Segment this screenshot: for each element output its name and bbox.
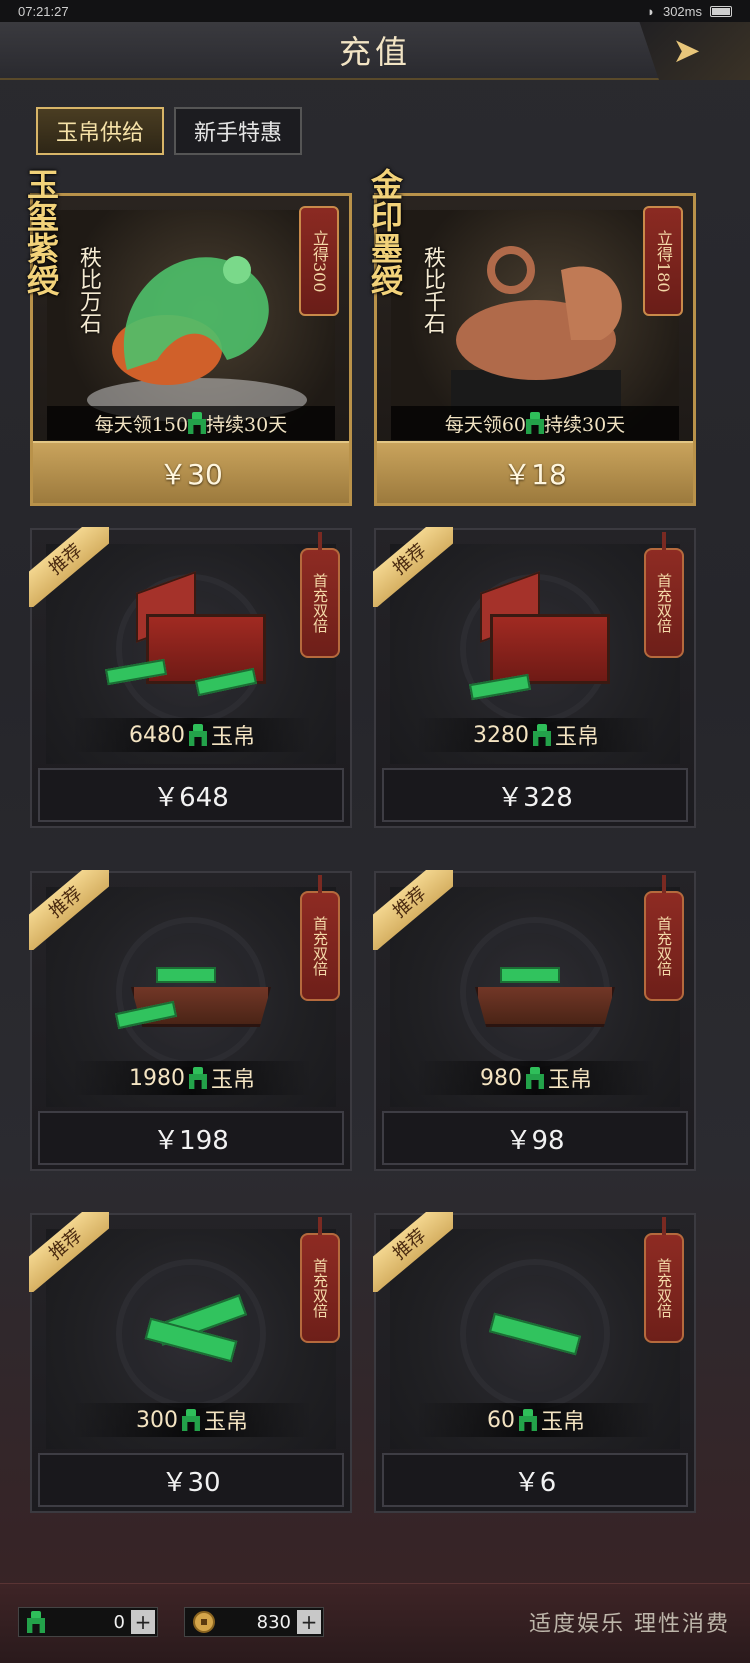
arrow-right-icon: ➤	[672, 31, 701, 71]
coin-icon	[193, 1611, 215, 1633]
recommend-ribbon: 推荐	[373, 527, 453, 607]
buy-button[interactable]: ￥30	[38, 1453, 344, 1507]
jade-icon	[189, 724, 207, 746]
title-bar: 充值 ➤	[0, 22, 750, 80]
pack-card-98[interactable]: 推荐 首充双倍 980 玉帛 ￥98	[373, 870, 696, 1171]
jade-icon	[182, 1409, 200, 1431]
buy-button[interactable]: ￥6	[382, 1453, 688, 1507]
pack-card-648[interactable]: 推荐 首充双倍 6480 玉帛 ￥648	[29, 527, 352, 828]
first-charge-double-badge: 首充双倍	[644, 1217, 684, 1343]
buy-button[interactable]: ￥648	[38, 768, 344, 822]
tab-newbie-offer[interactable]: 新手特惠	[174, 107, 303, 155]
tab-bar: 玉帛供给 新手特惠	[36, 107, 303, 155]
wifi-icon: ◗	[647, 3, 655, 19]
pack-card-30[interactable]: 推荐 首充双倍 300 玉帛 ￥30	[29, 1212, 352, 1513]
jade-icon	[533, 724, 551, 746]
slogan: 适度娱乐 理性消费	[529, 1612, 730, 1637]
buy-button[interactable]: ￥30	[33, 441, 349, 503]
jade-amount: 60 玉帛	[416, 1403, 656, 1437]
first-charge-double-badge: 首充双倍	[300, 532, 340, 658]
page-title: 充值	[338, 33, 411, 71]
first-charge-double-badge: 首充双倍	[300, 1217, 340, 1343]
jade-icon	[519, 1409, 537, 1431]
buy-button[interactable]: ￥18	[377, 441, 693, 503]
jade-icon	[526, 412, 544, 434]
clock: 07:21:27	[18, 3, 69, 19]
add-jade-button[interactable]: +	[131, 1610, 155, 1634]
jade-amount: 300 玉帛	[72, 1403, 312, 1437]
battery-icon	[710, 5, 732, 17]
jade-balance: 0 +	[18, 1607, 158, 1637]
jade-amount: 3280 玉帛	[416, 718, 656, 752]
first-charge-double-badge: 首充双倍	[300, 875, 340, 1001]
jade-amount: 980 玉帛	[416, 1061, 656, 1095]
recommend-ribbon: 推荐	[29, 1212, 109, 1292]
card-subtitle: 秩比千石	[420, 246, 445, 334]
recommend-ribbon: 推荐	[29, 870, 109, 950]
jade-amount: 6480 玉帛	[72, 718, 312, 752]
jade-icon	[27, 1611, 45, 1633]
instant-reward-tag: 立得300	[299, 206, 339, 316]
jade-amount: 1980 玉帛	[72, 1061, 312, 1095]
daily-reward: 每天领150 持续30天	[47, 406, 335, 440]
monthly-card-1[interactable]: 玉玺紫绶 秩比万石 立得300 每天领150 持续30天 ￥30	[22, 168, 352, 506]
pack-card-6[interactable]: 推荐 首充双倍 60 玉帛 ￥6	[373, 1212, 696, 1513]
buy-button[interactable]: ￥98	[382, 1111, 688, 1165]
coin-balance: 830 +	[184, 1607, 324, 1637]
currency-bar: 0 + 830 + 适度娱乐 理性消费	[0, 1583, 750, 1663]
card-title: 金印墨绶	[366, 168, 404, 296]
first-charge-double-badge: 首充双倍	[644, 532, 684, 658]
pack-card-328[interactable]: 推荐 首充双倍 3280 玉帛 ￥328	[373, 527, 696, 828]
monthly-card-2[interactable]: 金印墨绶 秩比千石 立得180 每天领60 持续30天 ￥18	[366, 168, 696, 506]
tab-jade-supply[interactable]: 玉帛供给	[36, 107, 165, 155]
pack-card-198[interactable]: 推荐 首充双倍 1980 玉帛 ￥198	[29, 870, 352, 1171]
ping-readout: 302ms	[662, 3, 702, 19]
jade-icon	[526, 1067, 544, 1089]
back-button[interactable]: ➤	[639, 22, 750, 80]
daily-reward: 每天领60 持续30天	[391, 406, 679, 440]
add-coin-button[interactable]: +	[297, 1610, 321, 1634]
buy-button[interactable]: ￥198	[38, 1111, 344, 1165]
card-title: 玉玺紫绶	[22, 168, 60, 296]
first-charge-double-badge: 首充双倍	[644, 875, 684, 1001]
recommend-ribbon: 推荐	[373, 870, 453, 950]
recommend-ribbon: 推荐	[373, 1212, 453, 1292]
status-bar: 07:21:27 ◗ 302ms	[0, 0, 750, 22]
instant-reward-tag: 立得180	[643, 206, 683, 316]
card-subtitle: 秩比万石	[76, 246, 101, 334]
jade-icon	[188, 412, 206, 434]
jade-icon	[189, 1067, 207, 1089]
buy-button[interactable]: ￥328	[382, 768, 688, 822]
recommend-ribbon: 推荐	[29, 527, 109, 607]
